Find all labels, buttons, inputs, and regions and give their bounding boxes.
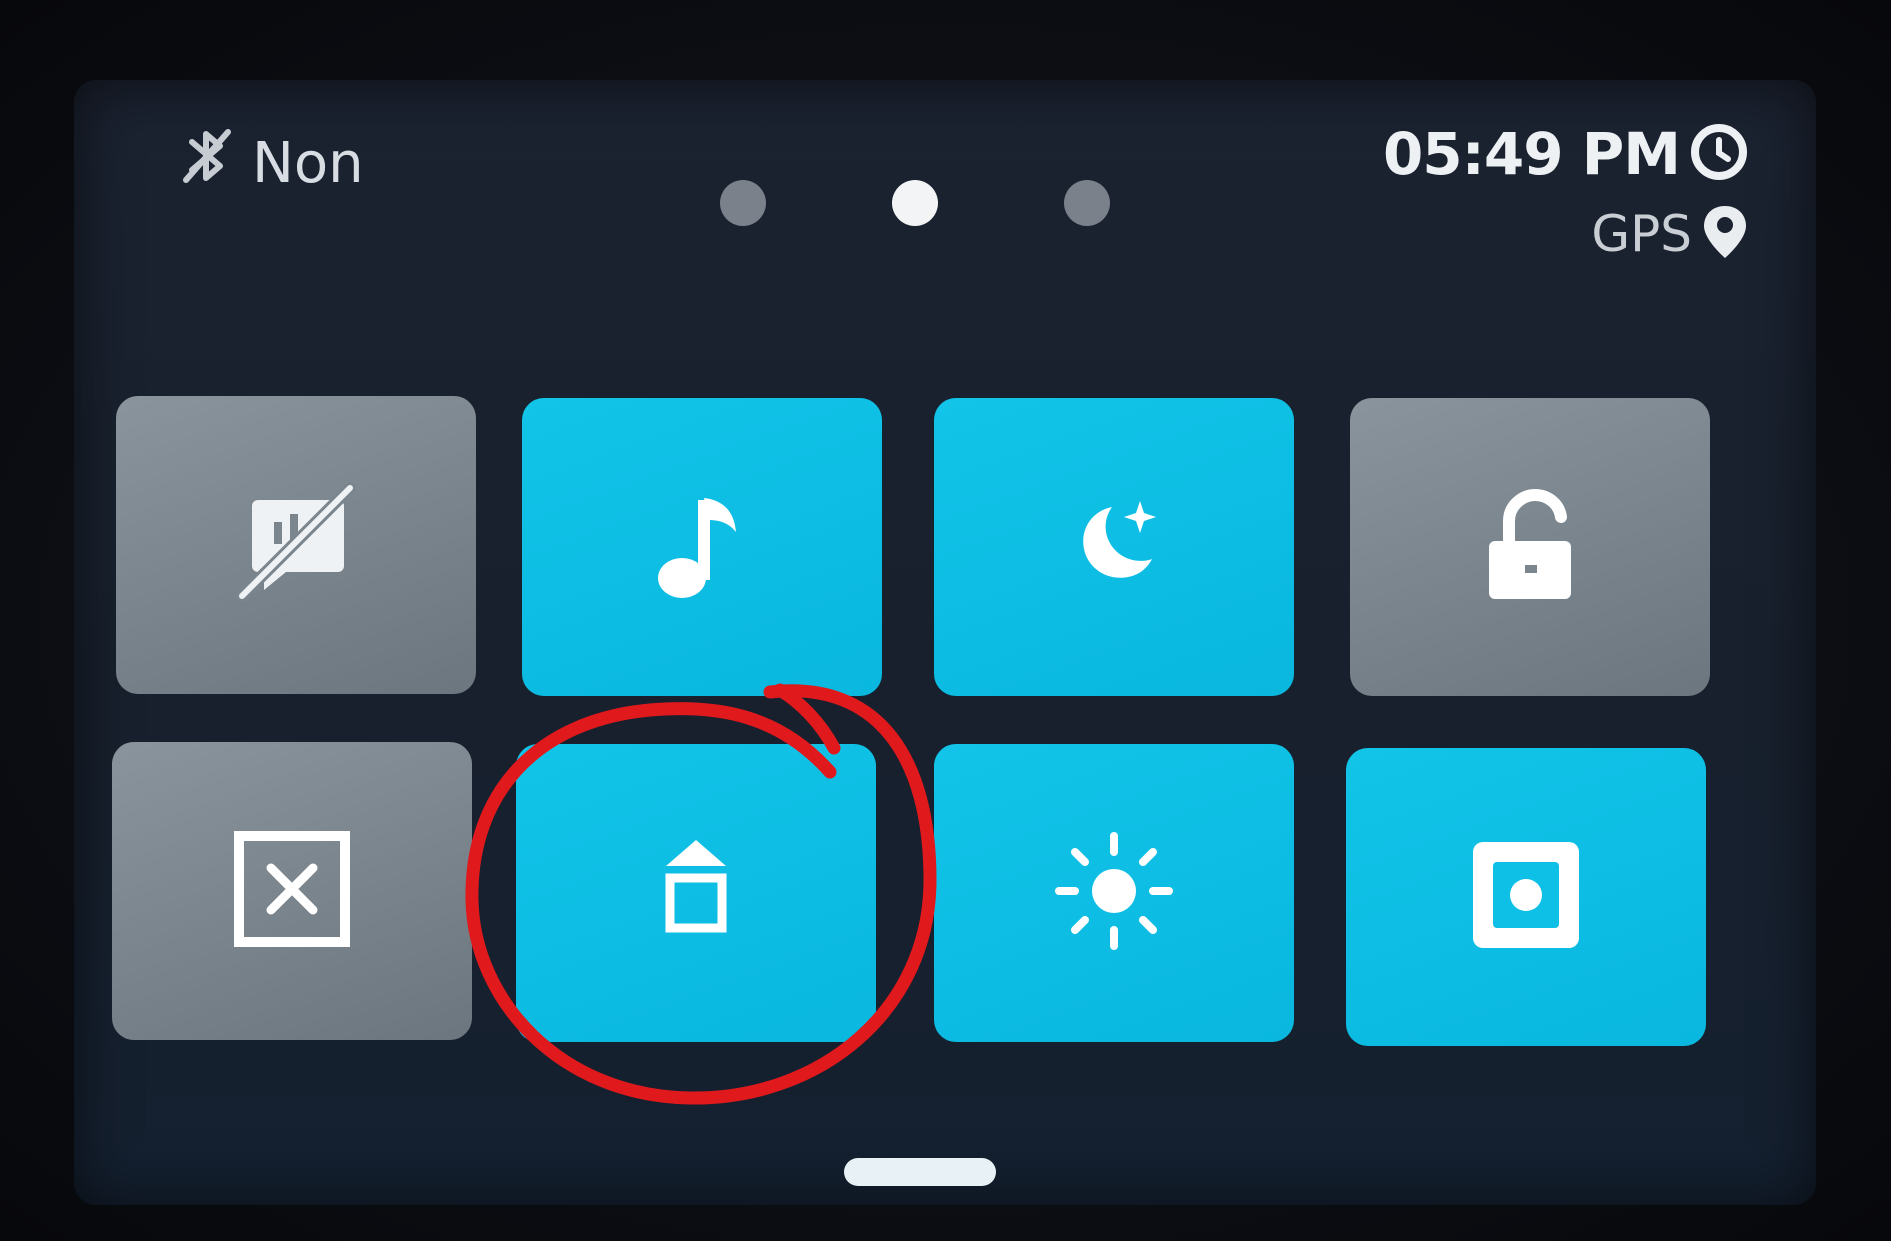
gps-status: GPS xyxy=(1591,202,1750,266)
box-x-icon xyxy=(227,824,357,959)
record-square-icon xyxy=(1461,830,1591,965)
status-right: 05:49 PM GPS xyxy=(1383,120,1750,266)
quick-settings-screen: Non 05:49 PM GPS xyxy=(74,80,1816,1205)
tile-record[interactable] xyxy=(1346,748,1706,1046)
page-dot-active[interactable] xyxy=(892,180,938,226)
stats-display-off-icon xyxy=(226,478,366,613)
time-status: 05:49 PM xyxy=(1383,120,1750,188)
clock-icon xyxy=(1688,121,1750,187)
page-dot[interactable] xyxy=(720,180,766,226)
eject-icon xyxy=(646,826,746,961)
tile-eject[interactable] xyxy=(516,744,876,1042)
tile-screen-lock[interactable] xyxy=(1350,398,1710,696)
time-label: 05:49 PM xyxy=(1382,120,1681,188)
tile-sound[interactable] xyxy=(522,398,882,696)
gps-label: GPS xyxy=(1591,205,1692,263)
pull-handle[interactable] xyxy=(844,1158,996,1186)
sun-icon xyxy=(1049,826,1179,961)
unlock-icon xyxy=(1475,485,1585,610)
page-dot[interactable] xyxy=(1064,180,1110,226)
tile-close-all[interactable] xyxy=(112,742,472,1040)
tile-screen-stats-off[interactable] xyxy=(116,396,476,694)
music-note-icon xyxy=(642,480,762,615)
tile-brightness[interactable] xyxy=(934,744,1294,1042)
tile-night-mode[interactable] xyxy=(934,398,1294,696)
location-pin-icon xyxy=(1700,202,1750,266)
moon-star-icon xyxy=(1054,485,1174,610)
